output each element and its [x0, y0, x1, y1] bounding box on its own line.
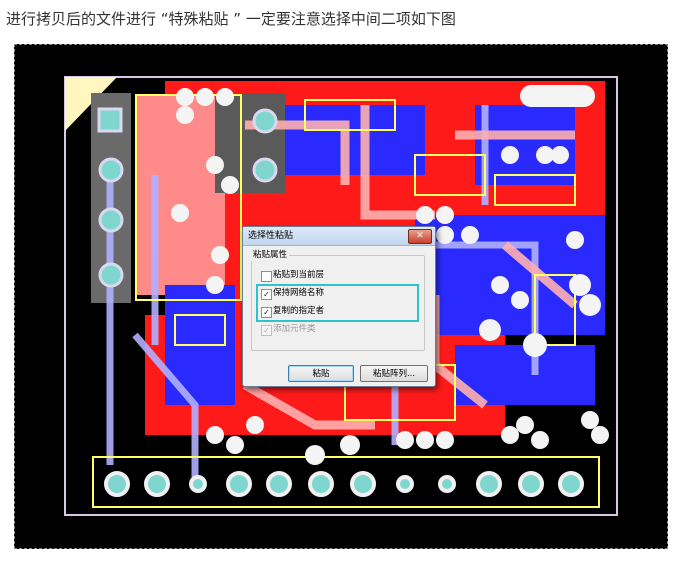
caption-text: 进行拷贝后的文件进行 “特殊粘贴 ” 一定要注意选择中间二项如下图: [6, 10, 456, 28]
paste-to-current-layer-label: 粘贴到当前层: [273, 270, 325, 280]
dialog-title: 选择性粘贴: [243, 227, 435, 246]
paste-button[interactable]: 粘贴: [288, 365, 354, 382]
close-icon[interactable]: ✕: [408, 229, 432, 244]
group-label: 粘贴属性: [251, 249, 290, 261]
paste-to-current-layer-checkbox[interactable]: [261, 271, 272, 282]
paste-special-dialog: 选择性粘贴 ✕ 粘贴属性 粘贴到当前层 ✓ 保持网络名称 ✓ 复制的指定者 ✓ …: [242, 226, 436, 387]
highlight-box: [256, 284, 419, 322]
paste-array-button[interactable]: 粘贴阵列...: [360, 365, 428, 382]
pcb-canvas[interactable]: 选择性粘贴 ✕ 粘贴属性 粘贴到当前层 ✓ 保持网络名称 ✓ 复制的指定者 ✓ …: [14, 44, 668, 549]
add-component-class-checkbox: ✓: [261, 325, 272, 336]
add-component-class-label: 添加元件类: [273, 324, 316, 334]
